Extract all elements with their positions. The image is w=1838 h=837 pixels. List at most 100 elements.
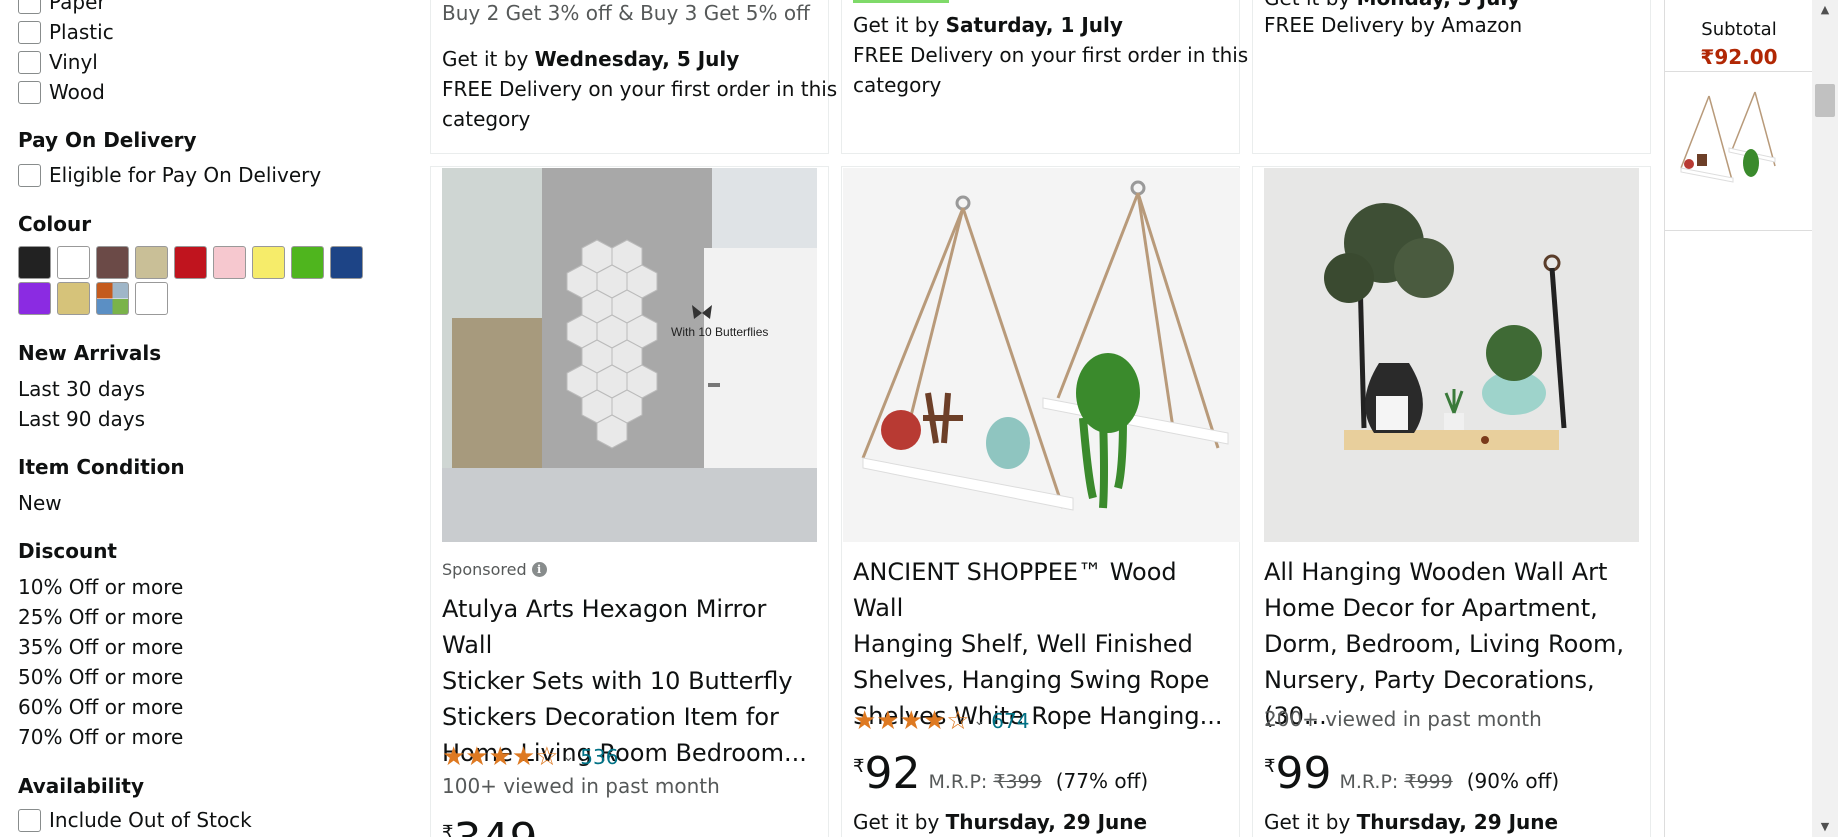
section-title-discount: Discount bbox=[18, 539, 117, 563]
delivery-date: Wednesday, 5 July bbox=[534, 47, 740, 71]
free-delivery-line: FREE Delivery on your first order in thi… bbox=[442, 77, 838, 101]
price[interactable]: ₹ 349 bbox=[442, 818, 537, 837]
filter-material-paper[interactable]: Paper bbox=[18, 0, 106, 14]
colour-swatch-pink[interactable] bbox=[213, 246, 246, 279]
product-image[interactable]: With 10 Butterflies bbox=[442, 168, 817, 542]
delivery-line: Get it by Saturday, 1 July bbox=[853, 13, 1123, 37]
price[interactable]: ₹ 92 M.R.P: ₹399 (77% off) bbox=[853, 752, 1148, 796]
checkbox[interactable] bbox=[18, 80, 41, 104]
rating-row[interactable]: ★★★★☆ ⌄ 536 bbox=[442, 742, 618, 772]
colour-swatch-beige[interactable] bbox=[135, 246, 168, 279]
filter-discount-70[interactable]: 70% Off or more bbox=[18, 725, 183, 749]
viewed-count: 100+ viewed in past month bbox=[442, 774, 720, 798]
filter-discount-10[interactable]: 10% Off or more bbox=[18, 575, 183, 599]
wooden-shelf-image bbox=[1264, 168, 1639, 542]
mrp-value: ₹999 bbox=[1404, 771, 1453, 793]
title-line: Atulya Arts Hexagon Mirror Wall bbox=[442, 595, 767, 659]
checkbox[interactable] bbox=[18, 0, 41, 14]
delivery-date: Thursday, 29 June bbox=[945, 810, 1148, 834]
chevron-down-icon[interactable]: ⌄ bbox=[974, 713, 986, 729]
offer-text: Buy 2 Get 3% off & Buy 3 Get 5% off bbox=[442, 1, 810, 25]
scroll-up-arrow-icon[interactable]: ▲ bbox=[1812, 0, 1838, 20]
colour-swatch-multi[interactable] bbox=[96, 282, 129, 315]
viewed-count: 200+ viewed in past month bbox=[1264, 707, 1542, 731]
filter-pay-on-delivery[interactable]: Eligible for Pay On Delivery bbox=[18, 163, 321, 187]
review-count-link[interactable]: 536 bbox=[580, 745, 618, 769]
checkbox[interactable] bbox=[18, 808, 41, 832]
chevron-down-icon[interactable]: ⌄ bbox=[563, 749, 575, 765]
divider bbox=[1665, 71, 1813, 72]
mirror-wall-image: With 10 Butterflies bbox=[442, 168, 817, 542]
title-line: Hanging Shelf, Well Finished bbox=[853, 630, 1193, 658]
title-line: All Hanging Wooden Wall Art bbox=[1264, 558, 1608, 586]
filter-last-30-days[interactable]: Last 30 days bbox=[18, 377, 145, 401]
mrp: M.R.P: ₹999 bbox=[1339, 771, 1452, 793]
delivery-prefix: Get it by bbox=[1264, 0, 1357, 10]
filter-discount-25[interactable]: 25% Off or more bbox=[18, 605, 183, 629]
cart-item-thumbnail[interactable] bbox=[1677, 88, 1779, 210]
colour-swatch-red[interactable] bbox=[174, 246, 207, 279]
scroll-down-arrow-icon[interactable]: ▼ bbox=[1812, 817, 1838, 837]
currency-symbol: ₹ bbox=[1264, 756, 1276, 777]
filter-material-plastic[interactable]: Plastic bbox=[18, 20, 114, 44]
section-title-item-condition: Item Condition bbox=[18, 455, 185, 479]
colour-swatch-gold[interactable] bbox=[57, 282, 90, 315]
colour-swatch-brown[interactable] bbox=[96, 246, 129, 279]
section-title-colour: Colour bbox=[18, 212, 92, 236]
checkbox[interactable] bbox=[18, 163, 41, 187]
delivery-prefix: Get it by bbox=[853, 13, 946, 37]
filter-include-out-of-stock[interactable]: Include Out of Stock bbox=[18, 808, 252, 832]
filter-last-90-days[interactable]: Last 90 days bbox=[18, 407, 145, 431]
divider bbox=[1665, 230, 1813, 231]
scrollbar-thumb[interactable] bbox=[1815, 84, 1835, 117]
discount-percent: (77% off) bbox=[1055, 769, 1149, 793]
colour-swatch-yellow[interactable] bbox=[252, 246, 285, 279]
delivery-prefix: Get it by bbox=[442, 47, 535, 71]
filter-discount-50[interactable]: 50% Off or more bbox=[18, 665, 183, 689]
free-delivery-line-2: category bbox=[442, 107, 531, 131]
price[interactable]: ₹ 99 M.R.P: ₹999 (90% off) bbox=[1264, 752, 1559, 796]
checkbox[interactable] bbox=[18, 50, 41, 74]
price-whole: 349 bbox=[453, 818, 537, 837]
colour-swatch-black[interactable] bbox=[18, 246, 51, 279]
product-card: ANCIENT SHOPPEE™ Wood Wall Hanging Shelf… bbox=[841, 166, 1240, 837]
filter-discount-60[interactable]: 60% Off or more bbox=[18, 695, 183, 719]
filter-discount-35[interactable]: 35% Off or more bbox=[18, 635, 183, 659]
filter-material-vinyl[interactable]: Vinyl bbox=[18, 50, 98, 74]
delivery-date: Thursday, 29 June bbox=[1356, 810, 1559, 834]
mrp-value: ₹399 bbox=[993, 771, 1042, 793]
product-image[interactable] bbox=[1264, 168, 1639, 542]
section-title-new-arrivals: New Arrivals bbox=[18, 341, 162, 365]
colour-swatch-white[interactable] bbox=[57, 246, 90, 279]
currency-symbol: ₹ bbox=[853, 756, 865, 777]
product-image[interactable] bbox=[843, 168, 1240, 542]
review-count-link[interactable]: 674 bbox=[991, 709, 1029, 733]
title-line: Home Decor for Apartment, bbox=[1264, 594, 1598, 622]
checkbox[interactable] bbox=[18, 20, 41, 44]
product-card-top-1: Buy 2 Get 3% off & Buy 3 Get 5% off Get … bbox=[430, 0, 837, 154]
colour-swatch-blue[interactable] bbox=[330, 246, 363, 279]
filter-material-wood[interactable]: Wood bbox=[18, 80, 105, 104]
product-card: With 10 Butterflies Sponsored i Atulya Ar… bbox=[430, 166, 829, 837]
info-icon[interactable]: i bbox=[531, 562, 547, 577]
title-line: Dorm, Bedroom, Living Room, bbox=[1264, 630, 1625, 658]
filter-label: Plastic bbox=[49, 20, 114, 44]
filter-condition-new[interactable]: New bbox=[18, 491, 62, 515]
star-rating-icon[interactable]: ★★★★☆ bbox=[442, 742, 559, 772]
title-line: Sticker Sets with 10 Butterfly bbox=[442, 667, 793, 695]
rating-row[interactable]: ★★★★☆ ⌄ 674 bbox=[853, 706, 1029, 736]
vertical-scrollbar[interactable]: ▲ ▼ bbox=[1812, 0, 1838, 837]
mrp-label: M.R.P: bbox=[1339, 771, 1405, 793]
colour-swatch-green[interactable] bbox=[291, 246, 324, 279]
delivery-date: Saturday, 1 July bbox=[945, 13, 1123, 37]
free-delivery-line-2: category bbox=[853, 73, 942, 97]
star-rating-icon[interactable]: ★★★★☆ bbox=[853, 706, 970, 736]
product-card: All Hanging Wooden Wall Art Home Decor f… bbox=[1252, 166, 1651, 837]
delivery-line: Get it by Wednesday, 5 July bbox=[442, 47, 739, 71]
title-line: ANCIENT SHOPPEE™ Wood Wall bbox=[853, 558, 1177, 622]
delivery-prefix: Get it by bbox=[1264, 810, 1357, 834]
colour-swatch-clear[interactable] bbox=[135, 282, 168, 315]
colour-swatch-purple[interactable] bbox=[18, 282, 51, 315]
delivery-prefix: Get it by bbox=[853, 810, 946, 834]
sponsored-label[interactable]: Sponsored i bbox=[442, 560, 547, 579]
